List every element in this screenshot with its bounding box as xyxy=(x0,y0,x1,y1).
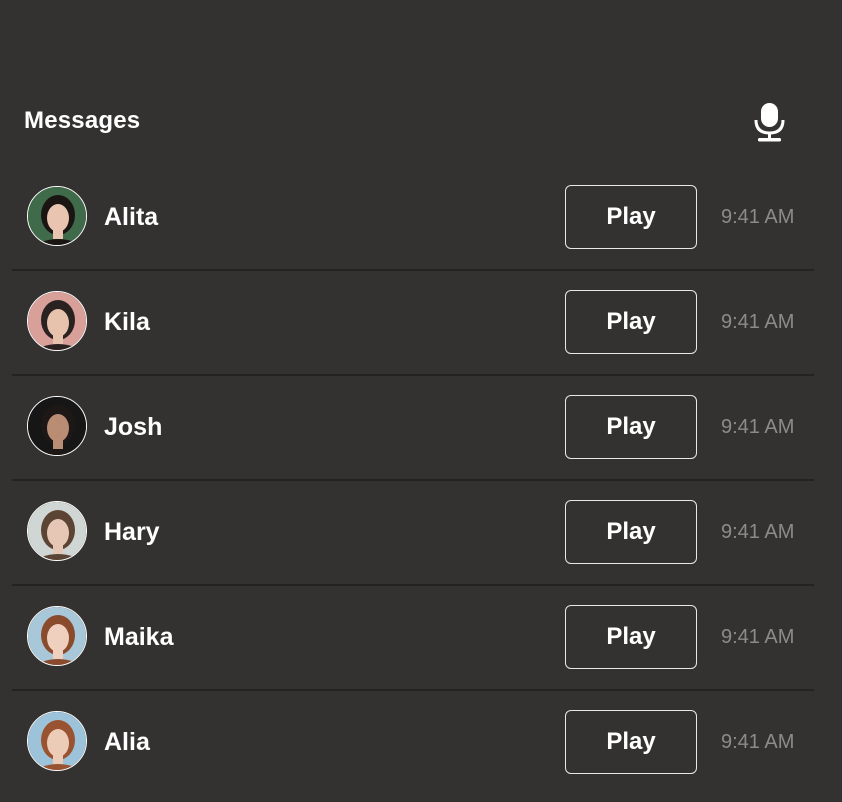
message-row: Hary Play 9:41 AM xyxy=(12,481,814,586)
microphone-icon[interactable] xyxy=(750,100,790,144)
message-time: 9:41 AM xyxy=(721,416,795,438)
avatar[interactable] xyxy=(27,396,87,456)
contact-name: Hary xyxy=(104,518,160,546)
contact-name: Josh xyxy=(104,413,163,441)
play-button[interactable]: Play xyxy=(565,395,697,459)
play-button[interactable]: Play xyxy=(565,185,697,249)
message-time: 9:41 AM xyxy=(721,311,795,333)
avatar[interactable] xyxy=(27,606,87,666)
play-button[interactable]: Play xyxy=(565,605,697,669)
message-list: Alita Play 9:41 AM Kila Play 9:41 AM Jos… xyxy=(12,166,814,794)
message-row: Maika Play 9:41 AM xyxy=(12,586,814,691)
message-time: 9:41 AM xyxy=(721,521,795,543)
message-row: Alia Play 9:41 AM xyxy=(12,691,814,794)
avatar[interactable] xyxy=(27,291,87,351)
message-time: 9:41 AM xyxy=(721,731,795,753)
play-button[interactable]: Play xyxy=(565,290,697,354)
play-button[interactable]: Play xyxy=(565,710,697,774)
avatar[interactable] xyxy=(27,186,87,246)
message-time: 9:41 AM xyxy=(721,206,795,228)
play-button[interactable]: Play xyxy=(565,500,697,564)
message-row: Josh Play 9:41 AM xyxy=(12,376,814,481)
message-time: 9:41 AM xyxy=(721,626,795,648)
message-row: Kila Play 9:41 AM xyxy=(12,271,814,376)
page-title: Messages xyxy=(24,107,141,134)
avatar[interactable] xyxy=(27,501,87,561)
message-row: Alita Play 9:41 AM xyxy=(12,166,814,271)
contact-name: Maika xyxy=(104,623,174,651)
contact-name: Alita xyxy=(104,203,159,231)
messages-header: Messages xyxy=(0,96,842,146)
avatar[interactable] xyxy=(27,711,87,771)
contact-name: Kila xyxy=(104,308,150,336)
contact-name: Alia xyxy=(104,728,150,756)
